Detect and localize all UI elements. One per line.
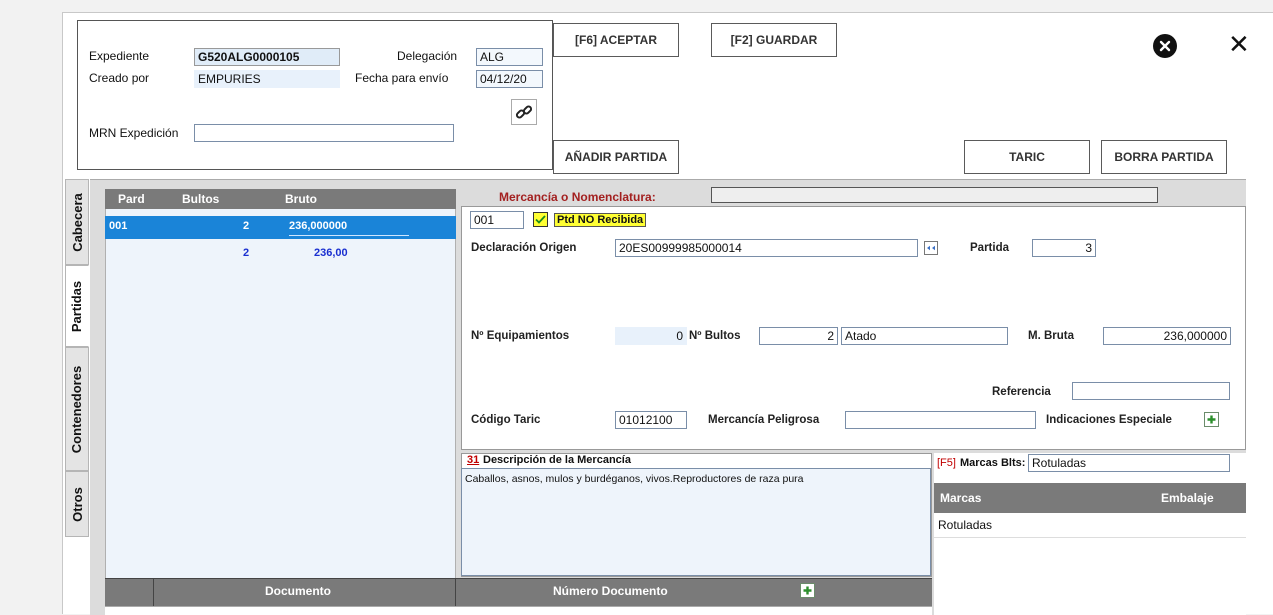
close-icon[interactable]: ✕ bbox=[1228, 29, 1250, 59]
row-bultos: 2 bbox=[243, 220, 250, 232]
row-bruto: 236,000000 bbox=[289, 220, 348, 232]
guardar-button[interactable]: [F2] GUARDAR bbox=[711, 23, 837, 57]
tab-cabecera-label: Cabecera bbox=[69, 192, 85, 252]
taric-code-field[interactable]: 01012100 bbox=[615, 411, 687, 429]
partidas-list-header bbox=[105, 189, 456, 209]
row-pard: 001 bbox=[109, 220, 128, 232]
mrn-label: MRN Expedición bbox=[89, 126, 179, 140]
marcas-label: Marcas Blts: bbox=[960, 457, 1026, 469]
delegacion-label: Delegación bbox=[397, 49, 458, 63]
descripcion-text: Caballos, asnos, mulos y burdéganos, viv… bbox=[465, 473, 804, 485]
aceptar-button[interactable]: [F6] ACEPTAR bbox=[553, 23, 679, 57]
indicaciones-add-icon[interactable] bbox=[1204, 412, 1219, 427]
documentos-divider-2 bbox=[455, 578, 456, 606]
decl-origen-field[interactable]: 20ES00999985000014 bbox=[615, 239, 918, 257]
referencia-field[interactable] bbox=[1072, 382, 1230, 400]
tab-cabecera[interactable]: Cabecera bbox=[65, 179, 89, 265]
tab-contenedores[interactable]: Contenedores bbox=[65, 347, 89, 471]
tab-otros-label: Otros bbox=[69, 486, 85, 522]
equip-field: 0 bbox=[615, 327, 687, 345]
borra-partida-button[interactable]: BORRA PARTIDA bbox=[1101, 140, 1227, 174]
peligrosa-label: Mercancía Peligrosa bbox=[708, 414, 820, 426]
table-row[interactable]: 001 2 236,000000 bbox=[105, 216, 456, 239]
descripcion-label: Descripción de la Mercancía bbox=[483, 454, 631, 466]
expediente-label: Expediente bbox=[89, 49, 150, 63]
ptd-checkbox[interactable] bbox=[533, 212, 548, 227]
documentos-add-icon[interactable] bbox=[800, 583, 815, 598]
equip-label: Nº Equipamientos bbox=[471, 330, 570, 342]
mbruta-label: M. Bruta bbox=[1028, 330, 1074, 342]
marcas-field[interactable]: Rotuladas bbox=[1028, 454, 1230, 472]
col-embalaje: Embalaje bbox=[1161, 491, 1214, 505]
taric-code-label: Código Taric bbox=[471, 414, 541, 426]
tab-partidas-label: Partidas bbox=[69, 280, 85, 332]
delegacion-field[interactable]: ALG bbox=[476, 48, 543, 66]
creado-label: Creado por bbox=[89, 71, 150, 85]
tab-otros[interactable]: Otros bbox=[65, 471, 89, 537]
indicaciones-label: Indicaciones Especiale bbox=[1046, 414, 1172, 426]
descripcion-textarea[interactable]: Caballos, asnos, mulos y burdéganos, viv… bbox=[461, 468, 931, 576]
partida-label: Partida bbox=[970, 242, 1009, 254]
marcas-row-value: Rotuladas bbox=[938, 518, 993, 532]
bultos-tipo-field[interactable]: Atado bbox=[841, 327, 1008, 345]
col-bultos: Bultos bbox=[182, 192, 220, 206]
referencia-label: Referencia bbox=[992, 386, 1051, 398]
mercancia-label: Mercancía o Nomenclatura: bbox=[499, 190, 656, 204]
anadir-partida-button[interactable]: AÑADIR PARTIDA bbox=[553, 140, 679, 174]
expediente-field: G520ALG0000105 bbox=[194, 48, 340, 66]
col-marcas: Marcas bbox=[940, 491, 982, 505]
partida-field[interactable]: 3 bbox=[1032, 239, 1096, 257]
bultos-label: Nº Bultos bbox=[689, 330, 741, 342]
documentos-divider-1 bbox=[153, 578, 154, 606]
col-numero-documento: Número Documento bbox=[553, 584, 668, 598]
header-panel bbox=[77, 20, 553, 170]
partidas-list bbox=[105, 189, 456, 581]
window: Expediente G520ALG0000105 Delegación ALG… bbox=[62, 12, 1273, 615]
peligrosa-field[interactable] bbox=[845, 411, 1036, 429]
ptd-label: Ptd NO Recibida bbox=[554, 213, 647, 227]
partida-num-field[interactable]: 001 bbox=[470, 211, 524, 229]
col-pard: Pard bbox=[118, 192, 145, 206]
bultos-field[interactable]: 2 bbox=[759, 327, 838, 345]
taric-button[interactable]: TARIC bbox=[964, 140, 1090, 174]
totals-bultos: 2 bbox=[243, 247, 250, 259]
creado-field: EMPURIES bbox=[194, 70, 340, 88]
fecha-label: Fecha para envío bbox=[355, 71, 449, 85]
marcas-f5: [F5] bbox=[937, 457, 956, 469]
tab-contenedores-label: Contenedores bbox=[69, 365, 85, 453]
link-icon[interactable] bbox=[511, 99, 537, 125]
col-documento: Documento bbox=[265, 584, 331, 598]
decl-lookup-icon[interactable] bbox=[924, 241, 938, 255]
mercancia-field[interactable] bbox=[711, 187, 1158, 203]
descripcion-num: 31 bbox=[467, 454, 480, 466]
mrn-field[interactable] bbox=[194, 124, 454, 142]
fecha-field[interactable]: 04/12/20 bbox=[476, 70, 543, 88]
mbruta-field[interactable]: 236,000000 bbox=[1103, 327, 1231, 345]
decl-origen-label: Declaración Origen bbox=[471, 242, 577, 254]
col-bruto: Bruto bbox=[285, 192, 317, 206]
cancel-circle-icon[interactable] bbox=[1153, 34, 1177, 58]
row-underline bbox=[289, 235, 409, 236]
tab-partidas[interactable]: Partidas bbox=[65, 265, 89, 347]
totals-bruto: 236,00 bbox=[314, 247, 348, 259]
list-item[interactable]: Rotuladas bbox=[934, 513, 1246, 538]
